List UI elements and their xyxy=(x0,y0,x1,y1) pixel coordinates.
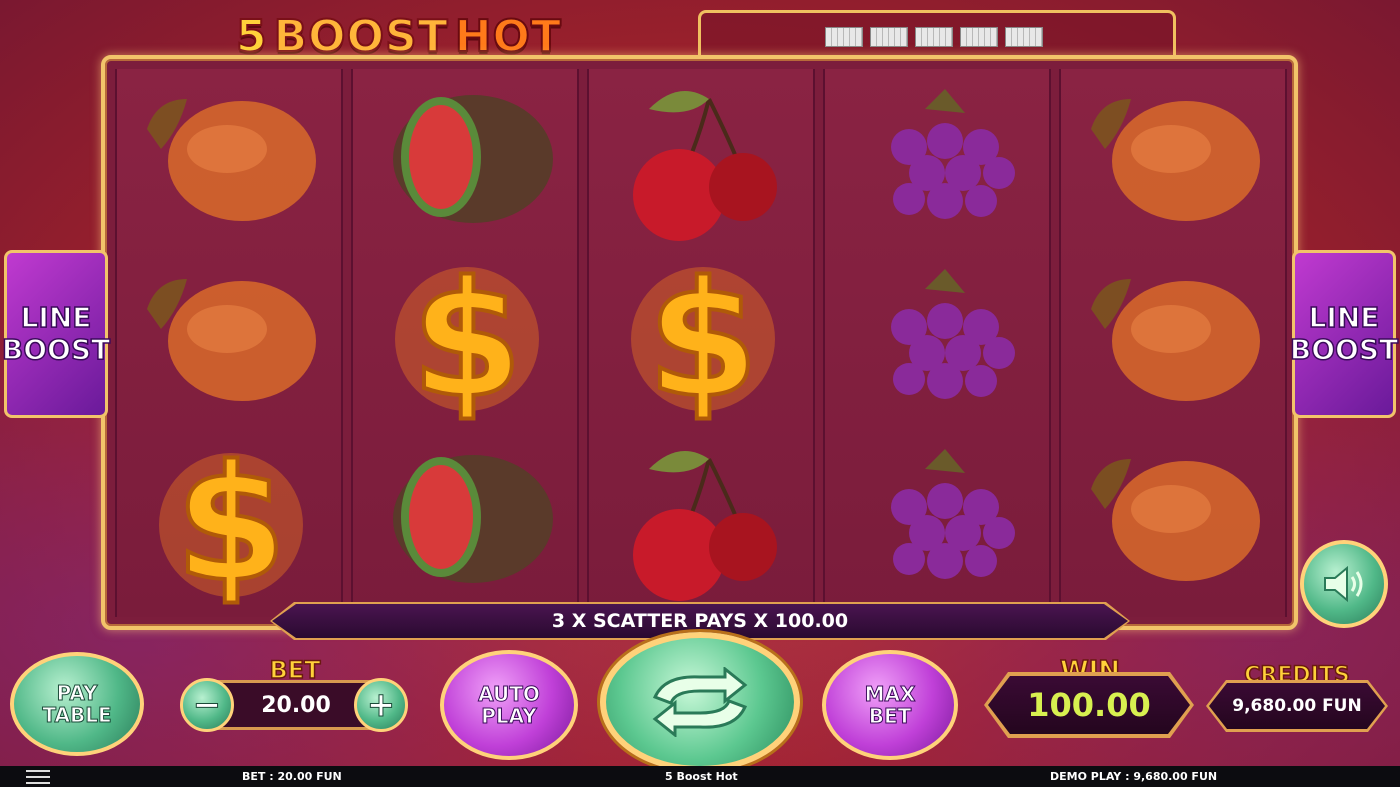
reel-1: $ xyxy=(115,69,345,619)
status-bet: BET : 20.00 FUN xyxy=(242,770,342,783)
pay-table-button[interactable]: PAY TABLE xyxy=(10,652,144,756)
lemon-icon xyxy=(1061,249,1289,427)
logo-five: 5 xyxy=(235,10,268,63)
status-balance: DEMO PLAY : 9,680.00 FUN xyxy=(1050,770,1218,783)
reel-5 xyxy=(1059,69,1287,617)
top-panel xyxy=(698,10,1176,56)
status-title: 5 Boost Hot xyxy=(665,770,738,783)
lemon-icon xyxy=(117,249,345,427)
lemon-icon xyxy=(1061,69,1289,247)
reel-4 xyxy=(823,69,1051,617)
credits-value: 9,680.00 FUN xyxy=(1209,683,1385,729)
bet-increase-button[interactable]: + xyxy=(354,678,408,732)
pay-table-label-2: TABLE xyxy=(42,703,112,727)
grapes-icon xyxy=(825,429,1053,607)
max-bet-button[interactable]: MAX BET xyxy=(822,650,958,760)
line-indicator xyxy=(1005,27,1043,47)
svg-text:$: $ xyxy=(411,249,522,427)
reel-3: $ xyxy=(587,69,815,617)
bet-decrease-button[interactable]: − xyxy=(180,678,234,732)
spin-button[interactable] xyxy=(600,632,800,772)
lemon-icon xyxy=(1061,429,1289,607)
sound-button[interactable] xyxy=(1300,540,1388,628)
reel-frame: $ $ $ xyxy=(101,55,1298,630)
menu-icon[interactable] xyxy=(26,770,50,784)
line-indicator xyxy=(825,27,863,47)
cherry-icon xyxy=(589,429,817,607)
watermelon-icon xyxy=(353,429,581,607)
dollar-scatter-icon: $ xyxy=(117,428,345,619)
auto-play-label-2: PLAY xyxy=(481,704,537,728)
auto-play-button[interactable]: AUTO PLAY xyxy=(440,650,578,760)
svg-text:$: $ xyxy=(175,430,286,607)
dollar-scatter-icon: $ xyxy=(589,244,817,435)
status-bar: BET : 20.00 FUN 5 Boost Hot DEMO PLAY : … xyxy=(0,766,1400,787)
speaker-icon xyxy=(1324,565,1363,603)
max-bet-label-2: BET xyxy=(868,704,912,728)
pay-table-label-1: PAY xyxy=(56,681,98,705)
grapes-icon xyxy=(825,69,1053,247)
line-indicator xyxy=(870,27,908,47)
cherry-icon xyxy=(589,69,817,247)
line-indicator xyxy=(960,27,998,47)
auto-play-label-1: AUTO xyxy=(478,682,541,706)
grapes-icon xyxy=(825,249,1053,427)
line-boost-right-button[interactable]: LINE BOOST xyxy=(1289,250,1399,418)
dollar-scatter-icon: $ xyxy=(353,244,581,435)
line-indicator xyxy=(915,27,953,47)
max-bet-label-1: MAX xyxy=(864,682,916,706)
line-boost-label-1: LINE xyxy=(1308,301,1380,335)
logo-boost: BOOST xyxy=(273,10,449,63)
logo-hot: HOT xyxy=(454,10,562,63)
reel-2: $ xyxy=(351,69,579,617)
svg-text:$: $ xyxy=(647,249,758,427)
watermelon-icon xyxy=(353,69,581,247)
spin-arrows-icon xyxy=(652,667,748,737)
line-boost-label-2: BOOST xyxy=(1289,333,1399,367)
win-value: 100.00 xyxy=(988,676,1190,734)
line-boost-label-2: BOOST xyxy=(1,333,111,367)
line-boost-left-button[interactable]: LINE BOOST xyxy=(1,250,111,418)
line-boost-label-1: LINE xyxy=(20,301,92,335)
lemon-icon xyxy=(117,69,345,247)
